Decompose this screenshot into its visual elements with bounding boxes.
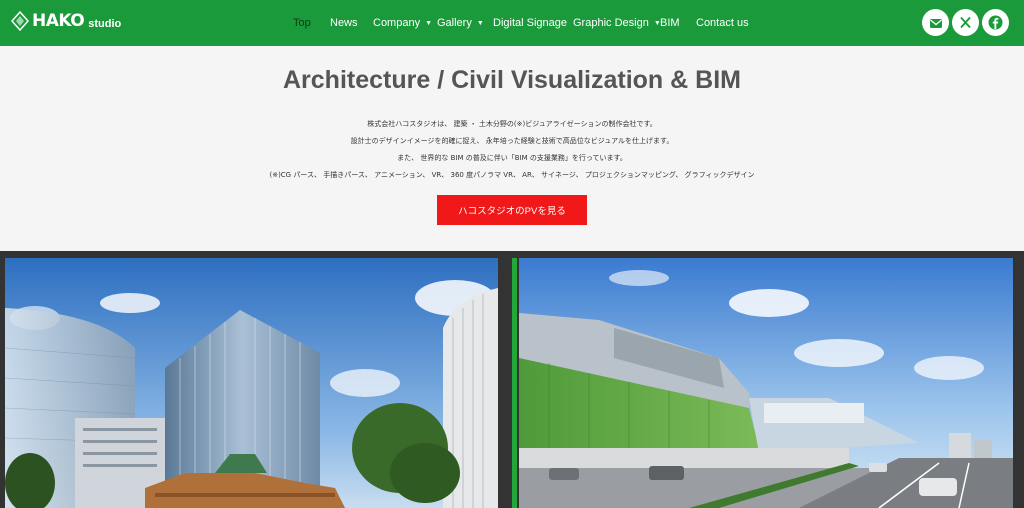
logo-main-text: HAKO	[32, 11, 85, 31]
nav-label: News	[330, 17, 358, 29]
gallery-divider	[512, 258, 517, 508]
nav-item-graphic-design[interactable]: Graphic Design ▼	[573, 17, 661, 29]
nav-label: Gallery	[437, 17, 472, 29]
x-button[interactable]	[952, 9, 979, 36]
nav-label: Graphic Design	[573, 17, 649, 29]
intro-line-1: 株式会社ハコスタジオは、 建築 ・ 土木分野の(※)ビジュアライゼーションの制作…	[367, 120, 657, 128]
mail-button[interactable]	[922, 9, 949, 36]
nav-item-contact[interactable]: Contact us	[696, 17, 749, 29]
watch-pv-button[interactable]: ハコスタジオのPVを見る	[437, 195, 587, 225]
gallery-image-station[interactable]	[519, 258, 1013, 508]
site-logo[interactable]: HAKO studio	[10, 10, 121, 32]
gallery-image-office-tower[interactable]	[5, 258, 498, 508]
nav-label: Digital Signage	[493, 17, 567, 29]
chevron-down-icon: ▼	[476, 19, 484, 27]
logo-sub-text: studio	[88, 17, 122, 30]
intro-line-3: また、 世界的な BIM の普及に伴い「BIM の支援業務」を行っています。	[397, 154, 627, 162]
logo-leaf-icon	[10, 10, 30, 32]
chevron-down-icon: ▼	[425, 19, 433, 27]
image-gallery	[0, 251, 1024, 508]
nav-item-gallery[interactable]: Gallery ▼	[437, 17, 484, 29]
intro-line-2: 設計士のデザインイメージを的確に捉え、 永年培った経験と技術で高品位なビジュアル…	[350, 137, 674, 145]
nav-label: Contact us	[696, 17, 749, 29]
nav-item-news[interactable]: News	[330, 17, 358, 29]
nav-item-company[interactable]: Company ▼	[373, 17, 432, 29]
nav-label: BIM	[660, 17, 680, 29]
mail-icon	[929, 18, 942, 28]
facebook-button[interactable]	[982, 9, 1009, 36]
office-tower-render	[5, 258, 498, 508]
site-header: HAKO studio Top News Company ▼ Gallery ▼…	[0, 0, 1024, 46]
nav-label: Company	[373, 17, 421, 29]
nav-label: Top	[293, 17, 311, 29]
nav-item-bim[interactable]: BIM	[660, 17, 680, 29]
station-render	[519, 258, 1013, 508]
page-title: Architecture / Civil Visualization & BIM	[283, 66, 741, 94]
facebook-icon	[988, 15, 1003, 30]
nav-item-top[interactable]: Top	[293, 17, 311, 29]
nav-item-digital-signage[interactable]: Digital Signage	[493, 17, 567, 29]
intro-line-4: (※)CG パース、 手描きパース、 アニメーション、 VR、 360 度パノラ…	[269, 171, 755, 179]
x-icon	[960, 16, 971, 29]
